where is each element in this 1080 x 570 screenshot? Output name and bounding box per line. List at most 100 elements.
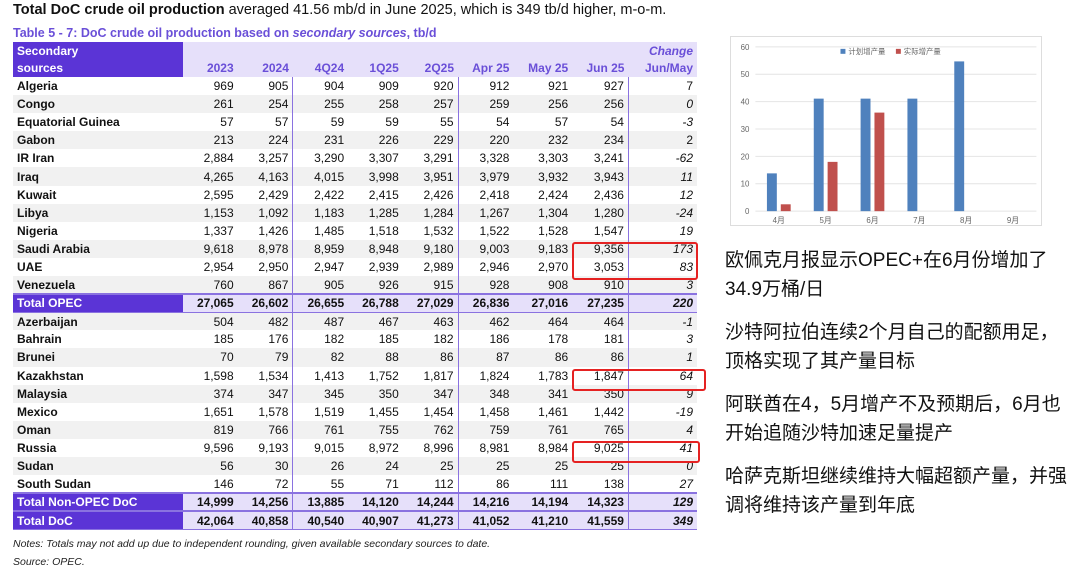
cell: 8,981 xyxy=(479,440,510,455)
cell: 27 xyxy=(679,476,693,491)
cell: 220 xyxy=(628,293,697,313)
cell: 146 xyxy=(213,476,234,491)
cell: 26,788 xyxy=(348,293,403,313)
cell: -24 xyxy=(628,203,697,222)
row-label: Libya xyxy=(13,203,183,222)
cell: 129 xyxy=(628,492,697,512)
cell: 1,547 xyxy=(572,221,629,240)
cell: 14,194 xyxy=(513,492,573,512)
x-tick-label: 6月 xyxy=(866,216,878,225)
cell: 24 xyxy=(348,456,403,476)
cell: 14,244 xyxy=(402,492,459,512)
table-row: Gabon 213 224 231 226 229 220 232 234 2 xyxy=(13,131,697,150)
cell: 86 xyxy=(402,348,459,367)
cell: 504 xyxy=(183,312,238,331)
cell: 54 xyxy=(496,115,510,130)
cell: 3,932 xyxy=(513,167,573,186)
y-tick-label: 20 xyxy=(741,152,750,161)
commentary-2: 沙特阿拉伯连续2个月自己的配额用足，顶格实现了其产量目标 xyxy=(725,322,1059,372)
cell: 8,996 xyxy=(402,438,459,457)
cell: 57 xyxy=(237,113,294,132)
cell: 224 xyxy=(237,131,294,150)
cell: 55 xyxy=(330,476,345,491)
cell: -1 xyxy=(628,312,697,331)
cell: 14,216 xyxy=(458,492,514,512)
row-label: Nigeria xyxy=(17,223,58,238)
cell: 72 xyxy=(237,475,294,494)
row-label: Iraq xyxy=(13,167,183,186)
cell: 920 xyxy=(402,77,459,96)
cell: 226 xyxy=(348,131,403,150)
table-notes: Notes: Totals may not add up due to inde… xyxy=(13,538,491,550)
cell: 1,183 xyxy=(292,203,349,222)
cell: 9,193 xyxy=(237,438,294,457)
cell: 921 xyxy=(548,79,569,94)
table-row: Total DoC 42,064 40,858 40,540 40,907 41,273 4… xyxy=(13,510,697,530)
table-row: Brunei 70 79 82 88 86 87 86 86 1 xyxy=(13,348,697,367)
row-label: Russia xyxy=(17,440,57,455)
commentary-4: 哈萨克斯坦继续维持大幅超额产量，并强调将维持该产量到年底 xyxy=(725,466,1068,516)
cell: 25 xyxy=(402,456,459,476)
cell: 1,783 xyxy=(538,368,569,383)
cell: 54 xyxy=(572,113,629,132)
column-header: Jun/May xyxy=(628,59,697,77)
cell: 1,824 xyxy=(479,368,510,383)
x-tick-label: 7月 xyxy=(913,216,925,225)
cell: 87 xyxy=(458,348,514,367)
x-tick-label: 8月 xyxy=(960,216,972,225)
cell: 185 xyxy=(378,332,399,347)
bar-计划增产量-5月 xyxy=(813,98,824,212)
cell: 3,979 xyxy=(458,167,514,186)
x-tick-label: 9月 xyxy=(1007,216,1019,225)
cell: 928 xyxy=(458,276,514,295)
cell: 2,970 xyxy=(538,259,569,274)
cell: 3,328 xyxy=(479,151,510,166)
cell: 41,559 xyxy=(572,510,629,530)
cell: 59 xyxy=(330,115,345,130)
cell: 229 xyxy=(402,131,459,150)
cell: 905 xyxy=(237,77,294,96)
cell: 254 xyxy=(237,95,294,114)
cell: 55 xyxy=(402,113,459,132)
cell: 1,304 xyxy=(513,203,573,222)
table-row: Total OPEC 27,065 26,602 26,655 26,788 27,029… xyxy=(13,293,697,313)
cell: 2,422 xyxy=(314,187,345,202)
legend-swatch xyxy=(895,48,901,54)
row-label: Gabon xyxy=(13,131,183,150)
cell: 926 xyxy=(348,276,403,295)
row-label: Kuwait xyxy=(17,187,57,202)
table-row: Azerbaijan 504 482 487 467 463 462 464 464 -1 xyxy=(13,312,697,331)
cell: 234 xyxy=(572,131,629,150)
cell: 256 xyxy=(513,95,573,114)
row-label: Algeria xyxy=(17,79,58,94)
cell: 4,163 xyxy=(237,167,294,186)
y-tick-label: 50 xyxy=(741,70,750,79)
cell: 1,518 xyxy=(368,223,399,238)
y-tick-label: 60 xyxy=(741,43,750,52)
table-row: Total Non-OPEC DoC 14,999 14,256 13,885 14,1… xyxy=(13,492,697,512)
cell: 762 xyxy=(402,420,459,439)
bar-计划增产量-7月 xyxy=(907,98,918,212)
row-label: Total Non-OPEC DoC xyxy=(13,492,183,512)
cell: 2,950 xyxy=(237,257,294,277)
cell: 819 xyxy=(183,420,238,439)
cell: 26,655 xyxy=(292,293,349,313)
row-label: Oman xyxy=(13,420,183,439)
cell: 57 xyxy=(220,115,234,130)
cell: 186 xyxy=(489,332,510,347)
cell: 345 xyxy=(292,384,349,403)
cell: 3,257 xyxy=(237,149,294,168)
cell: 27,065 xyxy=(183,293,238,313)
cell: 56 xyxy=(183,456,238,476)
cell: 765 xyxy=(572,420,629,439)
cell: -62 xyxy=(675,151,693,166)
cell: 86 xyxy=(496,476,510,491)
cell: 1,337 xyxy=(203,223,234,238)
cell: 1,153 xyxy=(183,203,238,222)
cell: 760 xyxy=(183,276,238,295)
cell: 8,948 xyxy=(348,239,403,258)
cell: 26 xyxy=(292,456,349,476)
cell: 2,989 xyxy=(402,257,459,277)
cell: 40,907 xyxy=(348,510,403,530)
cell: 82 xyxy=(292,348,349,367)
